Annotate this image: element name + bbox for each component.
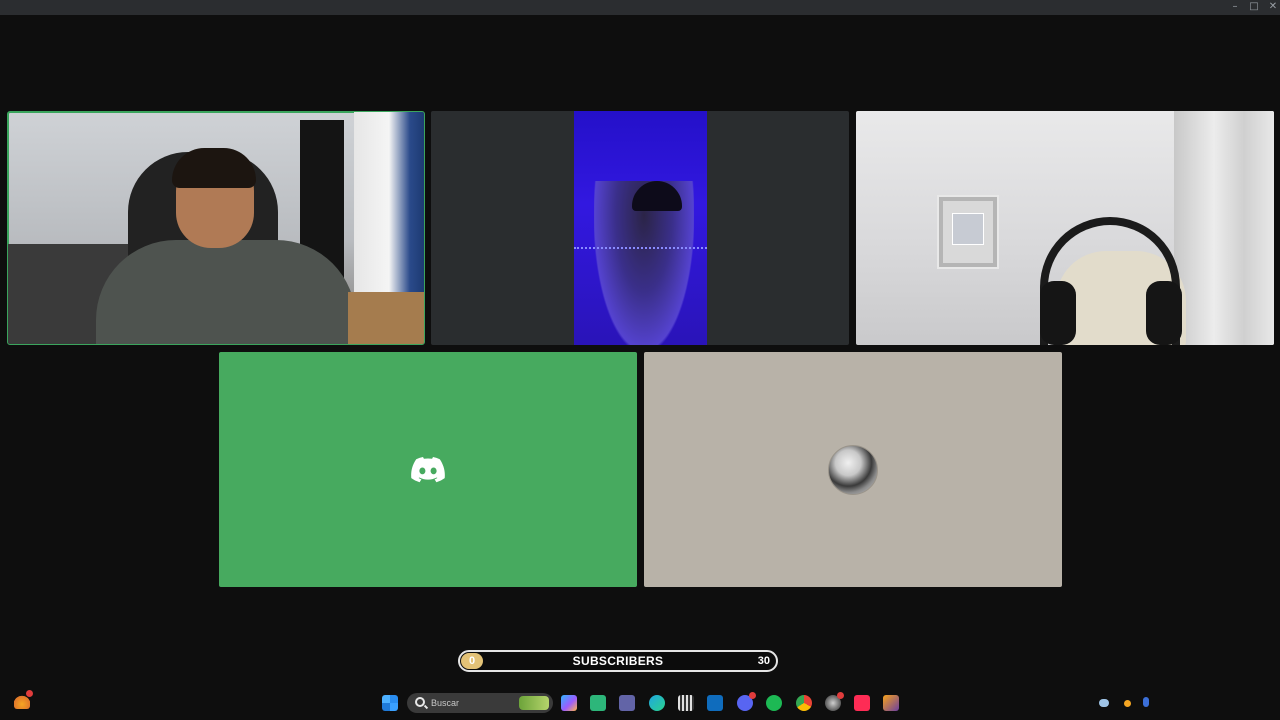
app-icon[interactable] (883, 695, 899, 711)
minimize-icon[interactable]: – (1228, 1, 1242, 13)
picture (952, 213, 984, 245)
edge-icon[interactable] (649, 695, 665, 711)
copilot-icon[interactable] (561, 695, 577, 711)
search-placeholder: Buscar (431, 698, 460, 708)
notification-badge (26, 690, 33, 697)
close-icon[interactable]: ✕ (1266, 1, 1280, 13)
headphone-cup-left (1040, 281, 1076, 345)
maximize-icon[interactable]: □ (1247, 1, 1261, 13)
portrait-video (574, 111, 707, 345)
chrome-icon[interactable] (796, 695, 812, 711)
subscribers-label: SUBSCRIBERS (572, 654, 664, 668)
notification-badge (749, 692, 756, 699)
participant-tile-2[interactable] (431, 111, 849, 345)
status-dot-icon[interactable] (1124, 700, 1131, 707)
teams-icon[interactable] (619, 695, 635, 711)
participant-tile-5[interactable] (644, 352, 1062, 587)
app-icon[interactable] (678, 695, 694, 711)
headphone-cup-right (1146, 281, 1182, 345)
tiktok-icon[interactable] (854, 695, 870, 711)
participant-hair (172, 148, 256, 188)
widgets-icon[interactable] (14, 690, 33, 709)
cardboard-box (348, 292, 424, 344)
subscriber-count-start: 0 (461, 653, 483, 669)
window-titlebar: – □ ✕ (0, 0, 1280, 15)
search-icon (415, 697, 425, 707)
app-icon[interactable] (590, 695, 606, 711)
search-highlight-icon (519, 696, 549, 710)
app-icon[interactable] (825, 692, 844, 711)
participant-tile-3[interactable] (856, 111, 1274, 345)
start-icon[interactable] (382, 695, 398, 711)
spotify-icon[interactable] (766, 695, 782, 711)
subscriber-goal: 30 (757, 655, 770, 667)
discord-icon[interactable] (737, 692, 756, 711)
avatar (828, 444, 878, 495)
subscriber-progress-bar: SUBSCRIBERS 0 30 (458, 650, 778, 672)
led-strip (574, 247, 707, 249)
discord-logo-icon (411, 456, 445, 482)
wall-picture-frame (939, 197, 997, 267)
cloud-icon[interactable] (1099, 699, 1109, 707)
taskbar (0, 686, 1280, 720)
outlook-icon[interactable] (707, 695, 723, 711)
microphone-icon[interactable] (1143, 697, 1149, 707)
notification-badge (837, 692, 844, 699)
participant-tile-4[interactable] (219, 352, 637, 587)
taskbar-search-box[interactable]: Buscar (407, 693, 553, 713)
participant-tile-1[interactable] (7, 111, 425, 345)
participant-body (96, 240, 356, 344)
background-curtain (1174, 111, 1274, 345)
